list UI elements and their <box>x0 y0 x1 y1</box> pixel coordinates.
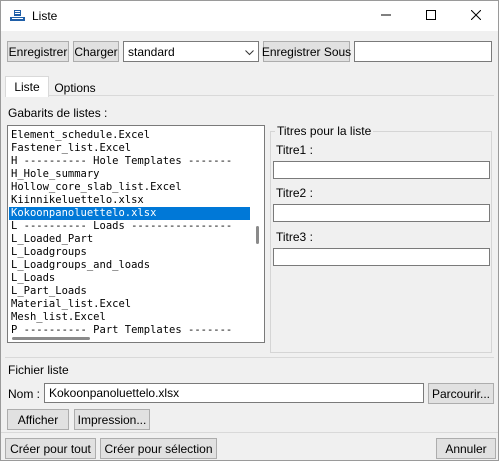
templates-label: Gabarits de listes : <box>8 106 108 120</box>
close-button[interactable] <box>454 1 498 31</box>
maximize-icon <box>426 9 436 23</box>
template-list-item[interactable]: L_Loadgroups_and_loads <box>9 259 250 272</box>
browse-button[interactable]: Parcourir... <box>428 383 494 404</box>
app-icon <box>10 9 25 23</box>
template-list-item[interactable]: L_Loaded_Part <box>9 233 250 246</box>
file-name-input[interactable]: Kokoonpanoluettelo.xlsx <box>44 383 424 403</box>
title1-label: Titre1 : <box>276 143 313 157</box>
title1-input[interactable] <box>273 161 490 179</box>
minimize-icon <box>381 9 391 23</box>
file-section-label: Fichier liste <box>8 363 69 377</box>
tab-liste[interactable]: Liste <box>5 76 49 97</box>
title3-input[interactable] <box>273 248 490 266</box>
template-list-item[interactable]: L_Loads <box>9 272 250 285</box>
footer-divider <box>1 432 498 433</box>
title2-label: Titre2 : <box>276 186 313 200</box>
template-list-item[interactable]: L_Loadgroups <box>9 246 250 259</box>
template-list-item[interactable]: Element_schedule.Excel <box>9 129 250 142</box>
file-name-label: Nom : <box>8 387 41 401</box>
chevron-down-icon <box>245 45 254 59</box>
templates-listbox[interactable]: Element_schedule.Excel Fastener_list.Exce… <box>7 125 265 343</box>
template-list-item[interactable]: Material_list.Excel <box>9 298 250 311</box>
list-dialog: Liste Enregistrer Charger standard Enreg… <box>0 0 499 461</box>
vertical-scrollbar-thumb[interactable] <box>256 226 259 244</box>
template-list-item[interactable]: L ---------- Loads ---------------- <box>9 220 250 233</box>
title3-label: Titre3 : <box>276 230 313 244</box>
preset-select[interactable]: standard <box>123 41 259 62</box>
cancel-button[interactable]: Annuler <box>436 438 496 459</box>
template-list-item[interactable]: Mesh_list.Excel <box>9 311 250 324</box>
template-list-item[interactable]: L_Part_Loads <box>9 285 250 298</box>
titles-group-label: Titres pour la liste <box>275 124 374 138</box>
template-list-item[interactable]: Kokoonpanoluettelo.xlsx <box>9 207 250 220</box>
horizontal-scrollbar-thumb[interactable] <box>12 337 90 340</box>
window-title: Liste <box>32 9 58 23</box>
save-as-button[interactable]: Enregistrer Sous <box>262 41 351 62</box>
template-list-item[interactable]: Kiinnikeluettelo.xlsx <box>9 194 250 207</box>
print-button[interactable]: Impression... <box>74 409 150 430</box>
maximize-button[interactable] <box>409 1 453 31</box>
save-as-name-input[interactable] <box>354 41 492 62</box>
template-list-item[interactable]: P ---------- Part Templates ------- <box>9 324 250 337</box>
load-button[interactable]: Charger <box>73 41 119 62</box>
show-button[interactable]: Afficher <box>7 409 69 430</box>
file-section-divider <box>5 357 494 358</box>
create-for-all-button[interactable]: Créer pour tout <box>5 438 96 459</box>
create-for-selection-button[interactable]: Créer pour sélection <box>100 438 217 459</box>
template-list-item[interactable]: H ---------- Hole Templates ------- <box>9 155 250 168</box>
save-button[interactable]: Enregistrer <box>7 41 69 62</box>
minimize-button[interactable] <box>364 1 408 31</box>
template-list-item[interactable]: Hollow_core_slab_list.Excel <box>9 181 250 194</box>
title-bar[interactable]: Liste <box>1 1 498 31</box>
template-list-item[interactable]: Fastener_list.Excel <box>9 142 250 155</box>
tab-options[interactable]: Options <box>49 78 101 98</box>
close-icon <box>470 9 482 23</box>
template-list-item[interactable]: H_Hole_summary <box>9 168 250 181</box>
title2-input[interactable] <box>273 204 490 222</box>
preset-select-value: standard <box>128 44 175 59</box>
